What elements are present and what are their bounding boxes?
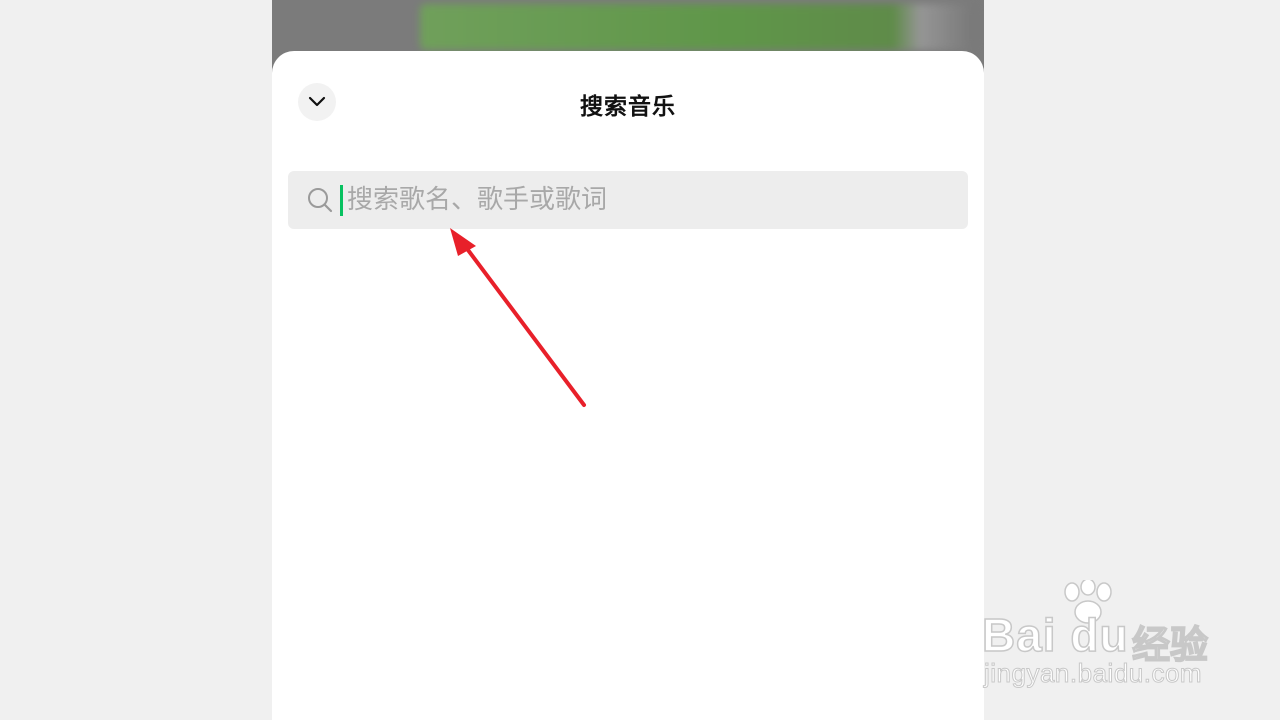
search-input[interactable] [347, 171, 968, 229]
search-icon [306, 186, 334, 214]
background-blurred-content [420, 4, 976, 50]
screenshot-stage: 搜索音乐 Bai du 经验 jingya [0, 0, 1280, 720]
search-bar[interactable] [288, 171, 968, 229]
watermark-url: jingyan.baidu.com [983, 658, 1203, 689]
phone-screen: 搜索音乐 [272, 0, 984, 720]
sheet-title: 搜索音乐 [580, 94, 676, 120]
search-music-sheet: 搜索音乐 [272, 51, 984, 720]
baidu-jingyan-watermark: Bai du 经验 jingyan.baidu.com [981, 580, 1222, 690]
text-caret [340, 184, 343, 216]
watermark-brand: Bai du [981, 608, 1129, 662]
